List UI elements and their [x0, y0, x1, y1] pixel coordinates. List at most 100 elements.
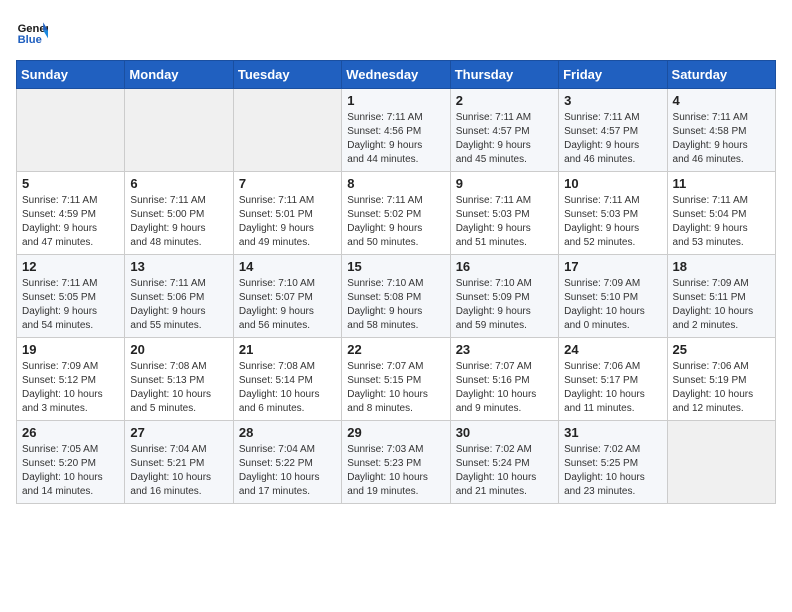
- day-info: Sunrise: 7:04 AM Sunset: 5:21 PM Dayligh…: [130, 443, 227, 499]
- day-number: 10: [564, 176, 661, 191]
- calendar-day-cell: 3Sunrise: 7:11 AM Sunset: 4:57 PM Daylig…: [559, 89, 667, 172]
- day-number: 20: [130, 342, 227, 357]
- day-number: 18: [673, 259, 770, 274]
- day-info: Sunrise: 7:03 AM Sunset: 5:23 PM Dayligh…: [347, 443, 444, 499]
- calendar-day-cell: 8 Sunrise: 7:11 AM Sunset: 5:02 PM Daylig…: [342, 172, 450, 255]
- day-info: Sunrise: 7:07 AM Sunset: 5:15 PM Dayligh…: [347, 360, 444, 416]
- calendar-week-row: 19 Sunrise: 7:09 AM Sunset: 5:12 PM Dayli…: [17, 338, 776, 421]
- calendar-day-cell: 27 Sunrise: 7:04 AM Sunset: 5:21 PM Dayli…: [125, 421, 233, 504]
- day-number: 21: [239, 342, 336, 357]
- calendar-day-cell: 26Sunrise: 7:05 AM Sunset: 5:20 PM Dayli…: [17, 421, 125, 504]
- day-info: Sunrise: 7:09 AM Sunset: 5:11 PM Dayligh…: [673, 277, 770, 333]
- day-number: 27: [130, 425, 227, 440]
- day-info: Sunrise: 7:07 AM Sunset: 5:16 PM Dayligh…: [456, 360, 553, 416]
- day-info: Sunrise: 7:11 AM Sunset: 4:59 PM Dayligh…: [22, 194, 119, 250]
- day-number: 2: [456, 93, 553, 108]
- day-number: 1: [347, 93, 444, 108]
- calendar-day-cell: 11 Sunrise: 7:11 AM Sunset: 5:04 PM Dayli…: [667, 172, 775, 255]
- day-info: Sunrise: 7:11 AM Sunset: 4:57 PM Dayligh…: [456, 111, 553, 167]
- day-info: Sunrise: 7:04 AM Sunset: 5:22 PM Dayligh…: [239, 443, 336, 499]
- day-of-week-header: Monday: [125, 61, 233, 89]
- page-header: General Blue: [16, 16, 776, 48]
- day-info: Sunrise: 7:11 AM Sunset: 5:00 PM Dayligh…: [130, 194, 227, 250]
- day-number: 23: [456, 342, 553, 357]
- calendar-table: SundayMondayTuesdayWednesdayThursdayFrid…: [16, 60, 776, 504]
- calendar-week-row: 1 Sunrise: 7:11 AM Sunset: 4:56 PM Daylig…: [17, 89, 776, 172]
- calendar-day-cell: 14 Sunrise: 7:10 AM Sunset: 5:07 PM Dayli…: [233, 255, 341, 338]
- day-number: 7: [239, 176, 336, 191]
- day-info: Sunrise: 7:11 AM Sunset: 4:57 PM Dayligh…: [564, 111, 661, 167]
- day-info: Sunrise: 7:11 AM Sunset: 5:03 PM Dayligh…: [564, 194, 661, 250]
- day-info: Sunrise: 7:06 AM Sunset: 5:19 PM Dayligh…: [673, 360, 770, 416]
- day-number: 29: [347, 425, 444, 440]
- calendar-week-row: 26Sunrise: 7:05 AM Sunset: 5:20 PM Dayli…: [17, 421, 776, 504]
- calendar-day-cell: 20 Sunrise: 7:08 AM Sunset: 5:13 PM Dayli…: [125, 338, 233, 421]
- day-info: Sunrise: 7:02 AM Sunset: 5:25 PM Dayligh…: [564, 443, 661, 499]
- day-number: 24: [564, 342, 661, 357]
- day-number: 12: [22, 259, 119, 274]
- day-info: Sunrise: 7:10 AM Sunset: 5:08 PM Dayligh…: [347, 277, 444, 333]
- day-number: 15: [347, 259, 444, 274]
- day-info: Sunrise: 7:09 AM Sunset: 5:10 PM Dayligh…: [564, 277, 661, 333]
- day-info: Sunrise: 7:11 AM Sunset: 5:03 PM Dayligh…: [456, 194, 553, 250]
- calendar-day-cell: 13Sunrise: 7:11 AM Sunset: 5:06 PM Dayli…: [125, 255, 233, 338]
- calendar-day-cell: 25 Sunrise: 7:06 AM Sunset: 5:19 PM Dayli…: [667, 338, 775, 421]
- logo-icon: General Blue: [16, 16, 48, 48]
- calendar-day-cell: 21 Sunrise: 7:08 AM Sunset: 5:14 PM Dayli…: [233, 338, 341, 421]
- day-info: Sunrise: 7:06 AM Sunset: 5:17 PM Dayligh…: [564, 360, 661, 416]
- calendar-day-cell: 9 Sunrise: 7:11 AM Sunset: 5:03 PM Daylig…: [450, 172, 558, 255]
- calendar-day-cell: 2 Sunrise: 7:11 AM Sunset: 4:57 PM Daylig…: [450, 89, 558, 172]
- day-number: 22: [347, 342, 444, 357]
- day-info: Sunrise: 7:11 AM Sunset: 5:04 PM Dayligh…: [673, 194, 770, 250]
- calendar-day-cell: 1 Sunrise: 7:11 AM Sunset: 4:56 PM Daylig…: [342, 89, 450, 172]
- day-info: Sunrise: 7:09 AM Sunset: 5:12 PM Dayligh…: [22, 360, 119, 416]
- day-info: Sunrise: 7:11 AM Sunset: 5:02 PM Dayligh…: [347, 194, 444, 250]
- day-of-week-header: Thursday: [450, 61, 558, 89]
- day-number: 9: [456, 176, 553, 191]
- day-info: Sunrise: 7:11 AM Sunset: 4:58 PM Dayligh…: [673, 111, 770, 167]
- calendar-day-cell: 15 Sunrise: 7:10 AM Sunset: 5:08 PM Dayli…: [342, 255, 450, 338]
- day-of-week-header: Sunday: [17, 61, 125, 89]
- logo: General Blue: [16, 16, 52, 48]
- day-number: 31: [564, 425, 661, 440]
- svg-text:Blue: Blue: [18, 34, 42, 46]
- calendar-day-cell: 16Sunrise: 7:10 AM Sunset: 5:09 PM Dayli…: [450, 255, 558, 338]
- day-number: 8: [347, 176, 444, 191]
- calendar-day-cell: 6Sunrise: 7:11 AM Sunset: 5:00 PM Daylig…: [125, 172, 233, 255]
- day-number: 30: [456, 425, 553, 440]
- day-number: 19: [22, 342, 119, 357]
- day-info: Sunrise: 7:11 AM Sunset: 5:05 PM Dayligh…: [22, 277, 119, 333]
- day-number: 25: [673, 342, 770, 357]
- day-info: Sunrise: 7:10 AM Sunset: 5:09 PM Dayligh…: [456, 277, 553, 333]
- day-number: 5: [22, 176, 119, 191]
- calendar-week-row: 12 Sunrise: 7:11 AM Sunset: 5:05 PM Dayli…: [17, 255, 776, 338]
- day-of-week-header: Tuesday: [233, 61, 341, 89]
- day-info: Sunrise: 7:11 AM Sunset: 4:56 PM Dayligh…: [347, 111, 444, 167]
- day-number: 14: [239, 259, 336, 274]
- day-info: Sunrise: 7:08 AM Sunset: 5:13 PM Dayligh…: [130, 360, 227, 416]
- calendar-day-cell: [233, 89, 341, 172]
- calendar-day-cell: 19 Sunrise: 7:09 AM Sunset: 5:12 PM Dayli…: [17, 338, 125, 421]
- day-info: Sunrise: 7:10 AM Sunset: 5:07 PM Dayligh…: [239, 277, 336, 333]
- day-info: Sunrise: 7:02 AM Sunset: 5:24 PM Dayligh…: [456, 443, 553, 499]
- day-info: Sunrise: 7:08 AM Sunset: 5:14 PM Dayligh…: [239, 360, 336, 416]
- day-of-week-header: Saturday: [667, 61, 775, 89]
- day-info: Sunrise: 7:05 AM Sunset: 5:20 PM Dayligh…: [22, 443, 119, 499]
- day-of-week-header: Friday: [559, 61, 667, 89]
- calendar-day-cell: 10 Sunrise: 7:11 AM Sunset: 5:03 PM Dayli…: [559, 172, 667, 255]
- calendar-header-row: SundayMondayTuesdayWednesdayThursdayFrid…: [17, 61, 776, 89]
- calendar-day-cell: 4 Sunrise: 7:11 AM Sunset: 4:58 PM Daylig…: [667, 89, 775, 172]
- calendar-day-cell: [125, 89, 233, 172]
- calendar-day-cell: [667, 421, 775, 504]
- calendar-day-cell: 31 Sunrise: 7:02 AM Sunset: 5:25 PM Dayli…: [559, 421, 667, 504]
- calendar-day-cell: 17 Sunrise: 7:09 AM Sunset: 5:10 PM Dayli…: [559, 255, 667, 338]
- day-number: 4: [673, 93, 770, 108]
- calendar-day-cell: 7Sunrise: 7:11 AM Sunset: 5:01 PM Daylig…: [233, 172, 341, 255]
- calendar-day-cell: 30 Sunrise: 7:02 AM Sunset: 5:24 PM Dayli…: [450, 421, 558, 504]
- day-number: 17: [564, 259, 661, 274]
- calendar-day-cell: 18 Sunrise: 7:09 AM Sunset: 5:11 PM Dayli…: [667, 255, 775, 338]
- calendar-day-cell: 5 Sunrise: 7:11 AM Sunset: 4:59 PM Daylig…: [17, 172, 125, 255]
- calendar-week-row: 5 Sunrise: 7:11 AM Sunset: 4:59 PM Daylig…: [17, 172, 776, 255]
- day-number: 11: [673, 176, 770, 191]
- calendar-day-cell: 22 Sunrise: 7:07 AM Sunset: 5:15 PM Dayli…: [342, 338, 450, 421]
